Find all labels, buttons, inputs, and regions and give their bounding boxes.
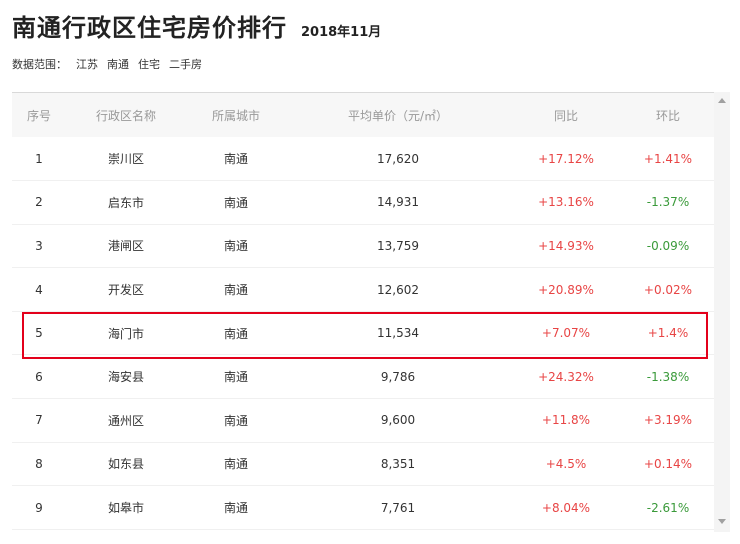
cell-rank: 1 [35,151,43,166]
cell-rank: 2 [35,195,43,210]
cell-district[interactable]: 如东县 [66,442,186,486]
cell-city: 南通 [223,195,248,210]
cell-city: 南通 [223,413,248,428]
cell-district[interactable]: 启东市 [66,181,186,225]
table-row[interactable]: 1 崇川区 南通 17,620 +17.12% +1.41% [12,137,714,181]
cell-district[interactable]: 如皋市 [66,486,186,530]
header-yoy: 同比 [553,108,578,123]
cell-mom: -0.09% [646,238,690,253]
cell-city: 南通 [223,239,248,254]
cell-city: 南通 [223,152,248,167]
cell-yoy: +4.5% [545,456,587,471]
table-row[interactable]: 2 启东市 南通 14,931 +13.16% -1.37% [12,181,714,225]
scope-tag[interactable]: 南通 [107,56,129,72]
table-header-row: 序号 行政区名称 所属城市 平均单价（元/㎡） 同比 环比 [12,93,714,137]
cell-yoy: +8.04% [541,500,591,515]
cell-yoy: +14.93% [538,238,594,253]
cell-rank: 9 [35,500,43,515]
cell-city: 南通 [223,370,248,385]
scroll-up-icon[interactable] [718,98,726,103]
cell-yoy: +11.8% [541,413,591,428]
table-row[interactable]: 6 海安县 南通 9,786 +24.32% -1.38% [12,355,714,399]
cell-city: 南通 [223,457,248,472]
cell-price: 8,351 [380,456,416,471]
cell-yoy: +7.07% [541,326,591,341]
cell-price: 17,620 [377,151,419,166]
cell-mom: +3.19% [643,413,693,428]
cell-price: 9,786 [380,369,416,384]
scope-tag[interactable]: 住宅 [138,56,160,72]
report-date: 2018年11月 [301,25,382,40]
ranking-table: 序号 行政区名称 所属城市 平均单价（元/㎡） 同比 环比 1 崇川区 南通 17,6… [12,93,714,530]
data-scope: 数据范围： 江苏 南通 住宅 二手房 [12,56,211,72]
cell-yoy: +17.12% [538,151,594,166]
scope-tag[interactable]: 二手房 [169,56,202,72]
cell-city: 南通 [223,501,248,516]
header-city: 所属城市 [211,108,260,123]
cell-rank: 6 [35,369,43,384]
cell-price: 7,761 [380,500,416,515]
table-row[interactable]: 4 开发区 南通 12,602 +20.89% +0.02% [12,268,714,312]
table-row[interactable]: 8 如东县 南通 8,351 +4.5% +0.14% [12,442,714,486]
cell-mom: +1.4% [647,326,689,341]
table-body: 1 崇川区 南通 17,620 +17.12% +1.41% 2 启东市 南通 14,931 +13… [12,137,714,530]
vertical-scrollbar[interactable] [714,92,730,532]
cell-mom: +0.02% [643,282,693,297]
cell-yoy: +24.32% [538,369,594,384]
cell-district[interactable]: 通州区 [66,399,186,443]
title-row: 南通行政区住宅房价排行 2018年11月 [12,8,381,43]
scope-label: 数据范围： [12,58,67,71]
cell-district[interactable]: 港闸区 [66,224,186,268]
cell-mom: -2.61% [646,500,690,515]
cell-price: 13,759 [377,238,419,253]
cell-mom: -1.37% [646,195,690,210]
table-row[interactable]: 7 通州区 南通 9,600 +11.8% +3.19% [12,399,714,443]
cell-district[interactable]: 海门市 [66,311,186,355]
cell-yoy: +20.89% [538,282,594,297]
header-mom: 环比 [655,108,680,123]
cell-mom: +0.14% [643,456,693,471]
cell-mom: -1.38% [646,369,690,384]
cell-city: 南通 [223,283,248,298]
cell-price: 14,931 [377,195,419,210]
cell-rank: 8 [35,456,43,471]
table-row[interactable]: 3 港闸区 南通 13,759 +14.93% -0.09% [12,224,714,268]
scroll-down-icon[interactable] [718,519,726,524]
scope-tag[interactable]: 江苏 [76,56,98,72]
cell-rank: 4 [35,282,43,297]
cell-district[interactable]: 崇川区 [66,137,186,181]
ranking-table-container: 序号 行政区名称 所属城市 平均单价（元/㎡） 同比 环比 1 崇川区 南通 17,6… [12,92,714,544]
cell-yoy: +13.16% [538,195,594,210]
cell-rank: 7 [35,413,43,428]
cell-city: 南通 [223,326,248,341]
header-district: 行政区名称 [95,108,156,123]
cell-price: 11,534 [377,326,419,341]
header-rank: 序号 [26,108,51,123]
cell-rank: 5 [35,326,43,341]
cell-rank: 3 [35,238,43,253]
header-price: 平均单价（元/㎡） [347,108,449,123]
cell-mom: +1.41% [643,151,693,166]
cell-price: 9,600 [380,413,416,428]
cell-price: 12,602 [377,282,419,297]
cell-district[interactable]: 开发区 [66,268,186,312]
cell-district[interactable]: 海安县 [66,355,186,399]
page-title: 南通行政区住宅房价排行 [12,14,287,42]
table-row[interactable]: 9 如皋市 南通 7,761 +8.04% -2.61% [12,486,714,530]
table-row[interactable]: 5 海门市 南通 11,534 +7.07% +1.4% [12,311,714,355]
